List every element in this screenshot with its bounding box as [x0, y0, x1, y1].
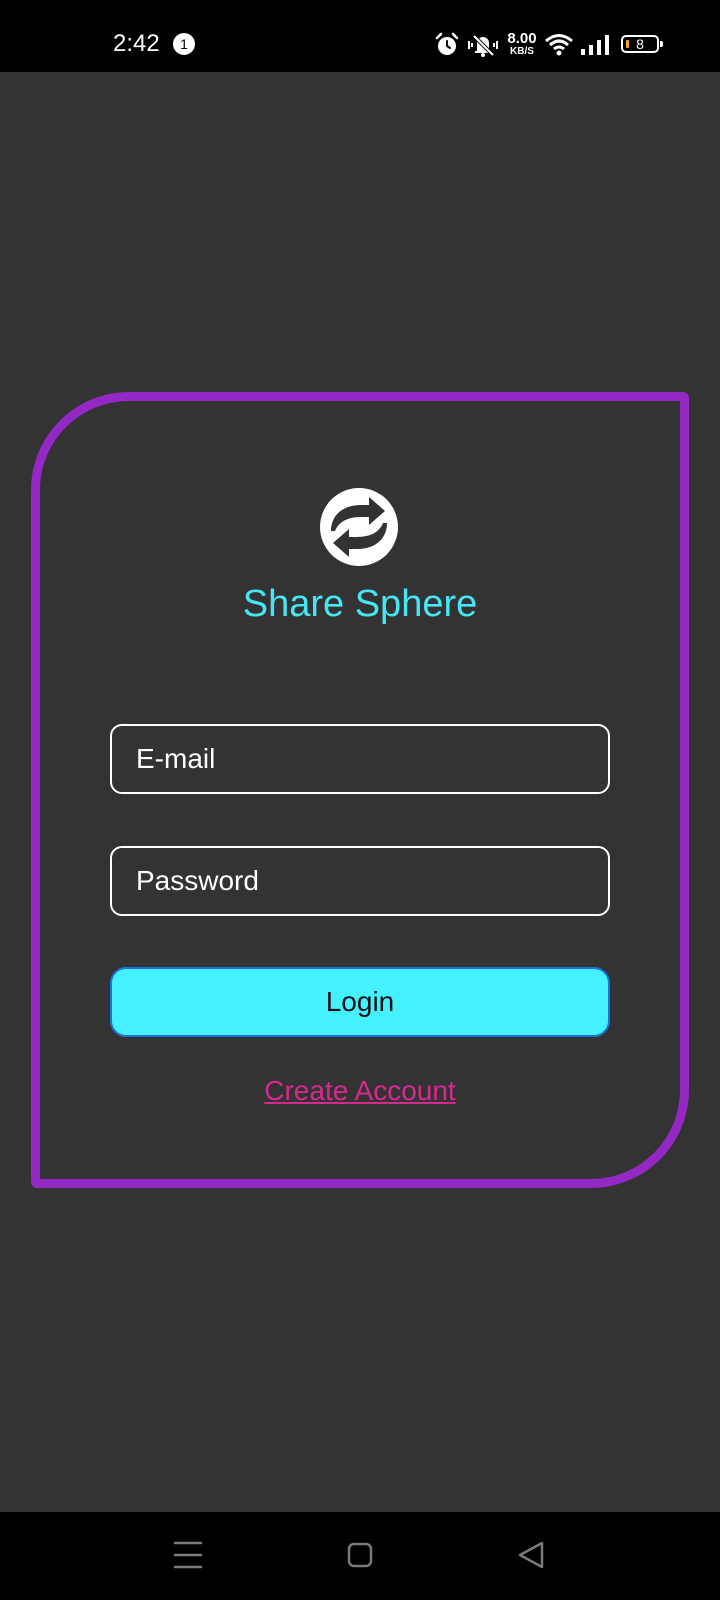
- muted-bell-icon: [468, 34, 498, 57]
- battery-nub: [660, 41, 663, 47]
- network-speed-unit: KB/S: [510, 46, 534, 57]
- password-field[interactable]: [110, 846, 610, 916]
- network-speed-value: 8.00: [507, 30, 537, 47]
- home-square-icon[interactable]: [340, 1535, 380, 1575]
- back-triangle-icon[interactable]: [512, 1535, 552, 1575]
- email-field[interactable]: [110, 724, 610, 794]
- network-speed: 8.00 KB/S: [504, 31, 540, 57]
- login-button[interactable]: Login: [110, 967, 610, 1037]
- wifi-icon: [545, 34, 573, 56]
- sync-arrows-icon: [320, 488, 398, 566]
- notification-badge: 1: [173, 33, 195, 55]
- battery-indicator: 8: [621, 35, 663, 53]
- status-bar: 2:42 1 8.00 KB/S 8: [0, 0, 720, 72]
- alarm-icon: [435, 32, 459, 55]
- status-time: 2:42: [113, 30, 160, 57]
- create-account-link[interactable]: Create Account: [0, 1071, 720, 1111]
- menu-icon[interactable]: [168, 1535, 208, 1575]
- app-title: Share Sphere: [242, 583, 478, 625]
- signal-icon: [581, 35, 609, 55]
- battery-level: 8: [636, 36, 644, 52]
